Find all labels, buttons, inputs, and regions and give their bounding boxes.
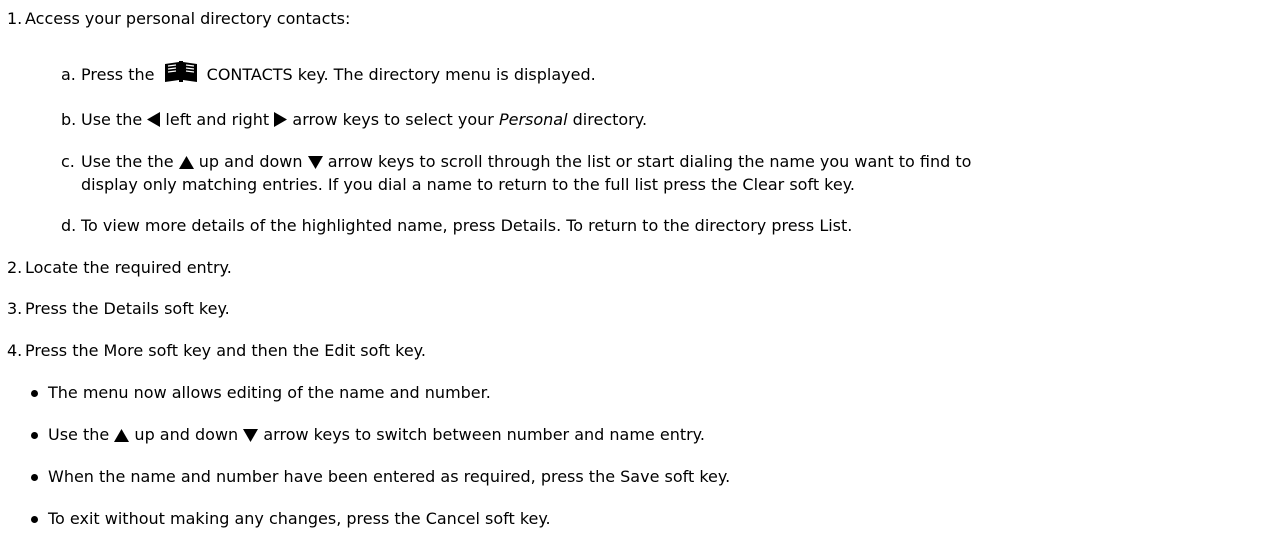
substep-marker: d. — [61, 216, 77, 235]
up-arrow-icon — [114, 429, 130, 442]
step-text: Locate the required entry. — [25, 258, 232, 277]
substep-text: Use the the — [81, 152, 174, 171]
substep-d: d. To view more details of the highlighte… — [61, 216, 852, 235]
substep-marker: b. — [61, 110, 77, 129]
step-3: 3. Press the Details soft key. — [7, 299, 230, 318]
bullet-dot — [31, 390, 38, 397]
step-text: Access your personal directory contacts: — [25, 9, 351, 28]
bullet-text: Use the up and down arrow keys to switch… — [48, 425, 705, 444]
bullet-text-part: Use the — [48, 425, 110, 444]
bullet-item-1: The menu now allows editing of the name … — [31, 383, 1231, 402]
substep-text: Use the — [81, 110, 143, 129]
book-icon — [164, 61, 197, 82]
substep-text: arrow keys to select your — [292, 110, 494, 129]
right-arrow-icon — [274, 112, 288, 127]
substep-text: directory. — [572, 110, 648, 129]
up-arrow-icon — [178, 156, 194, 169]
down-arrow-icon — [307, 156, 323, 169]
step-marker: 4. — [7, 341, 23, 360]
substep-text: To view more details of the highlighted … — [81, 216, 853, 235]
bullet-dot — [31, 432, 38, 439]
step-4: 4. Press the More soft key and then the E… — [7, 341, 426, 360]
bullet-text-part: arrow keys to switch between number and … — [263, 425, 705, 444]
step-text: Press the Details soft key. — [25, 299, 230, 318]
substep-marker: a. — [61, 65, 76, 84]
substep-text: arrow keys to scroll through the list or… — [327, 152, 972, 171]
substep-text: left and right — [165, 110, 270, 129]
step-1: 1. Access your personal directory contact… — [7, 9, 350, 28]
step-marker: 3. — [7, 299, 23, 318]
substep-text: CONTACTS key. The directory menu is disp… — [206, 65, 596, 84]
step-marker: 1. — [7, 9, 23, 28]
substep-c-line2: display only matching entries. If you di… — [81, 175, 855, 194]
bullet-text-part: up and down — [134, 425, 239, 444]
substep-text: Press the — [81, 65, 155, 84]
left-arrow-icon — [147, 112, 161, 127]
bullet-dot — [31, 516, 38, 523]
personal-emphasis: Personal — [498, 110, 568, 129]
down-arrow-icon — [243, 429, 259, 442]
bullet-text: To exit without making any changes, pres… — [48, 509, 551, 528]
step-2: 2. Locate the required entry. — [7, 258, 232, 277]
bullet-dot — [31, 474, 38, 481]
bullet-item-2: Use the up and down arrow keys to switch… — [31, 425, 1231, 444]
bullet-item-3: When the name and number have been enter… — [31, 467, 1231, 486]
bullet-text: When the name and number have been enter… — [48, 467, 731, 486]
bullet-item-4: To exit without making any changes, pres… — [31, 509, 1231, 528]
step-text: Press the More soft key and then the Edi… — [25, 341, 426, 360]
substep-b: b. Use the left and right arrow keys to s… — [61, 110, 647, 129]
substep-text: up and down — [198, 152, 303, 171]
substep-c: c. Use the the up and down arrow keys to … — [61, 152, 971, 171]
bullet-text: The menu now allows editing of the name … — [48, 383, 491, 402]
substep-marker: c. — [61, 152, 75, 171]
substep-a: a. Press the CONTACTS key. The directory … — [61, 60, 596, 84]
step-marker: 2. — [7, 258, 23, 277]
